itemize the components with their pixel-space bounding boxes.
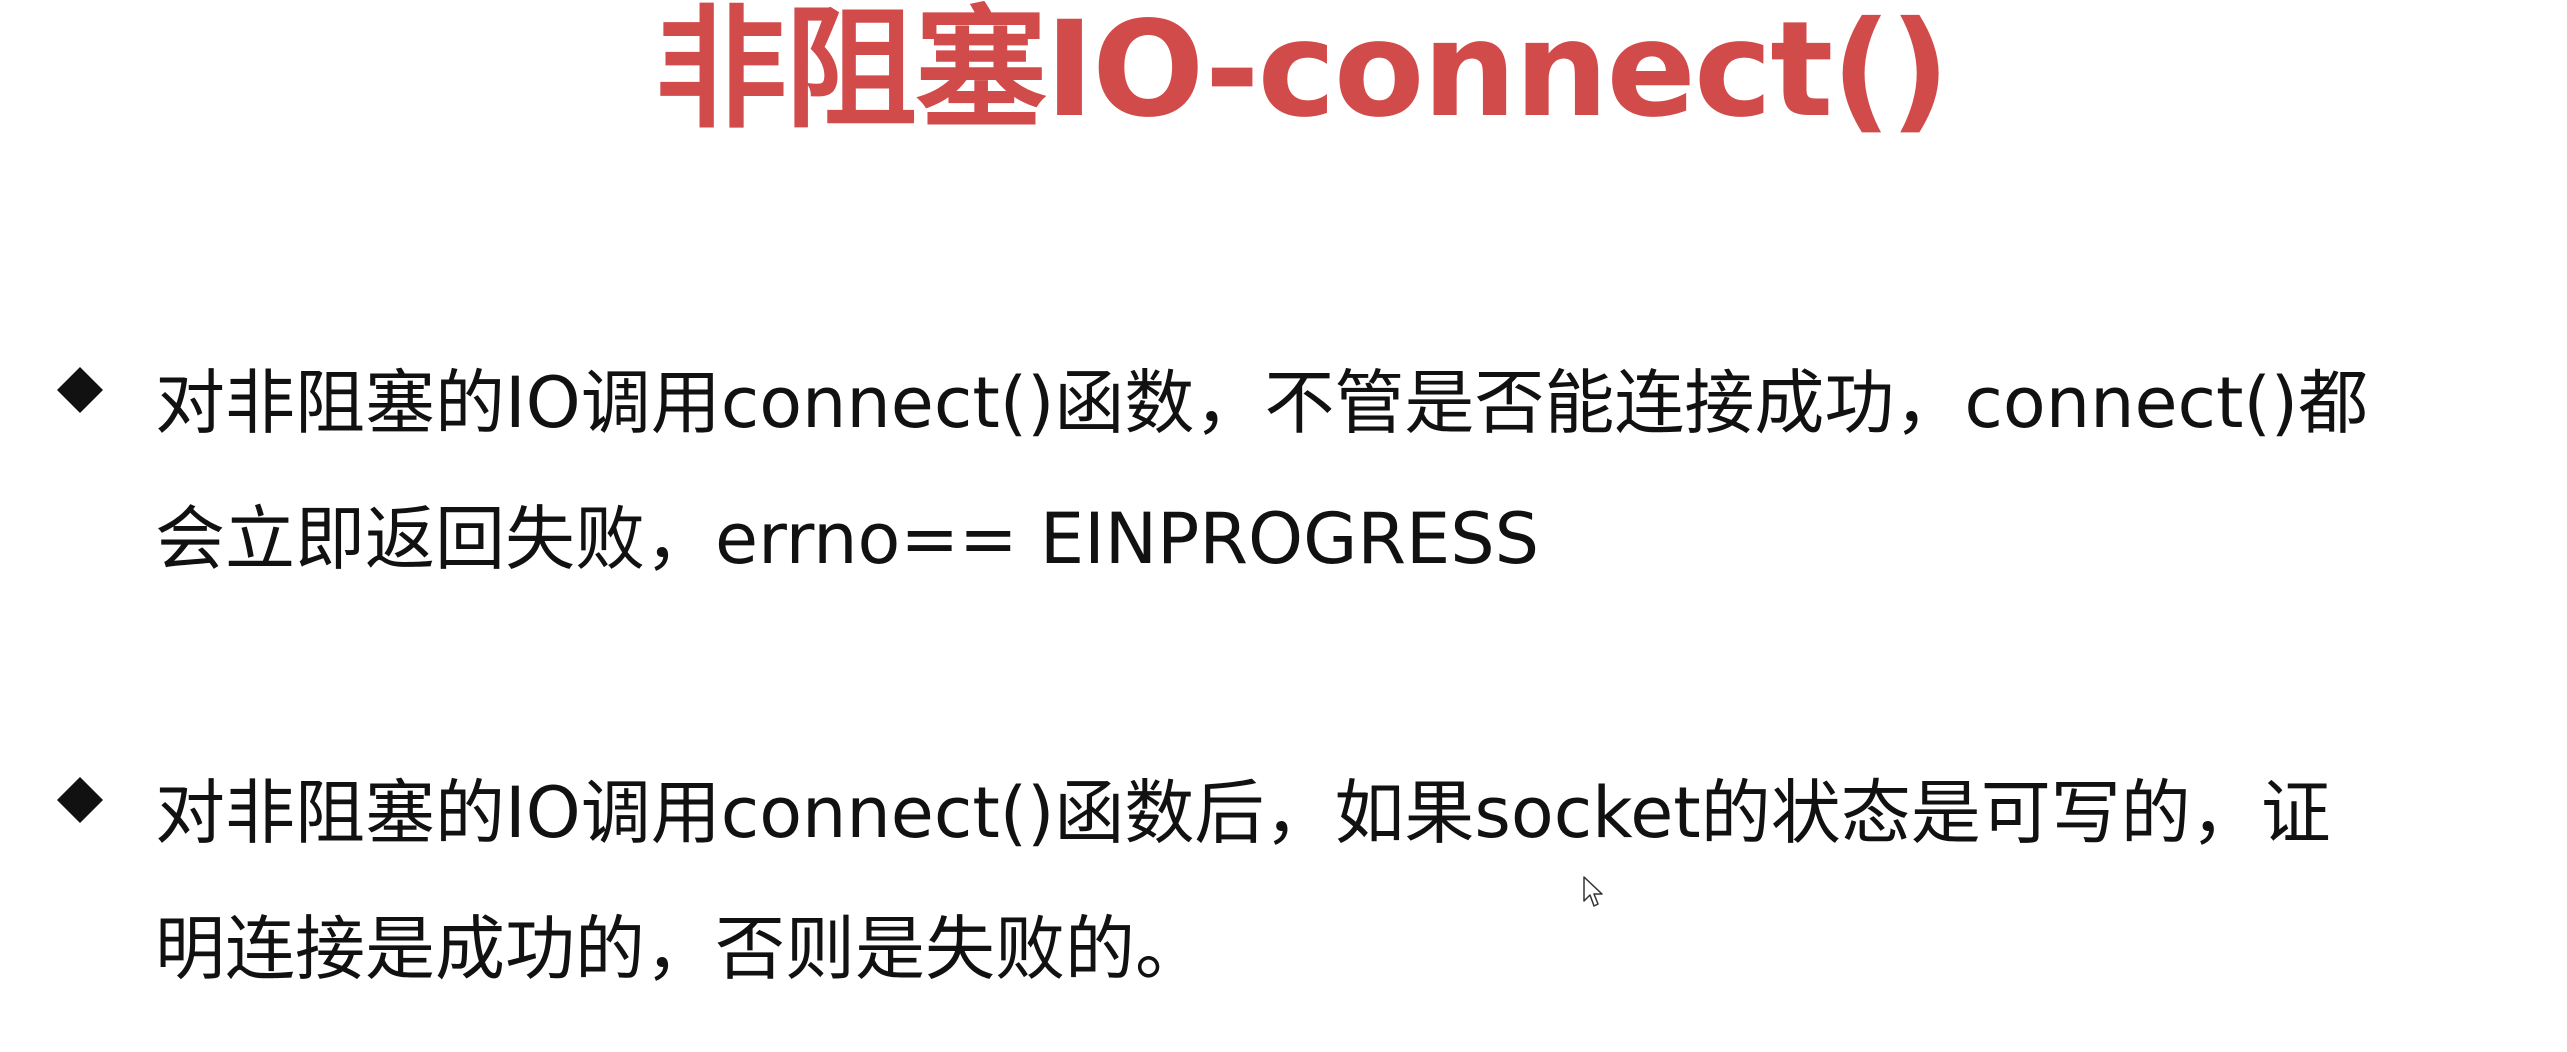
bullet-line: 会立即返回失败，errno== EINPROGRESS xyxy=(155,498,1540,580)
slide-title: 非阻塞IO-connect() xyxy=(655,0,1950,147)
bullet-line: 明连接是成功的，否则是失败的。 xyxy=(155,908,1205,990)
diamond-bullet-icon xyxy=(55,365,105,415)
diamond-bullet-icon xyxy=(55,775,105,825)
bullet-line: 对非阻塞的IO调用connect()函数，不管是否能连接成功，connect()… xyxy=(155,362,2369,444)
bullet-text: 对非阻塞的IO调用connect()函数后，如果socket的状态是可写的，证 … xyxy=(155,745,2555,1017)
mouse-pointer-icon xyxy=(1583,876,1605,908)
bullet-line: 对非阻塞的IO调用connect()函数后，如果socket的状态是可写的，证 xyxy=(155,772,2331,854)
bullet-text: 对非阻塞的IO调用connect()函数，不管是否能连接成功，connect()… xyxy=(155,335,2555,607)
